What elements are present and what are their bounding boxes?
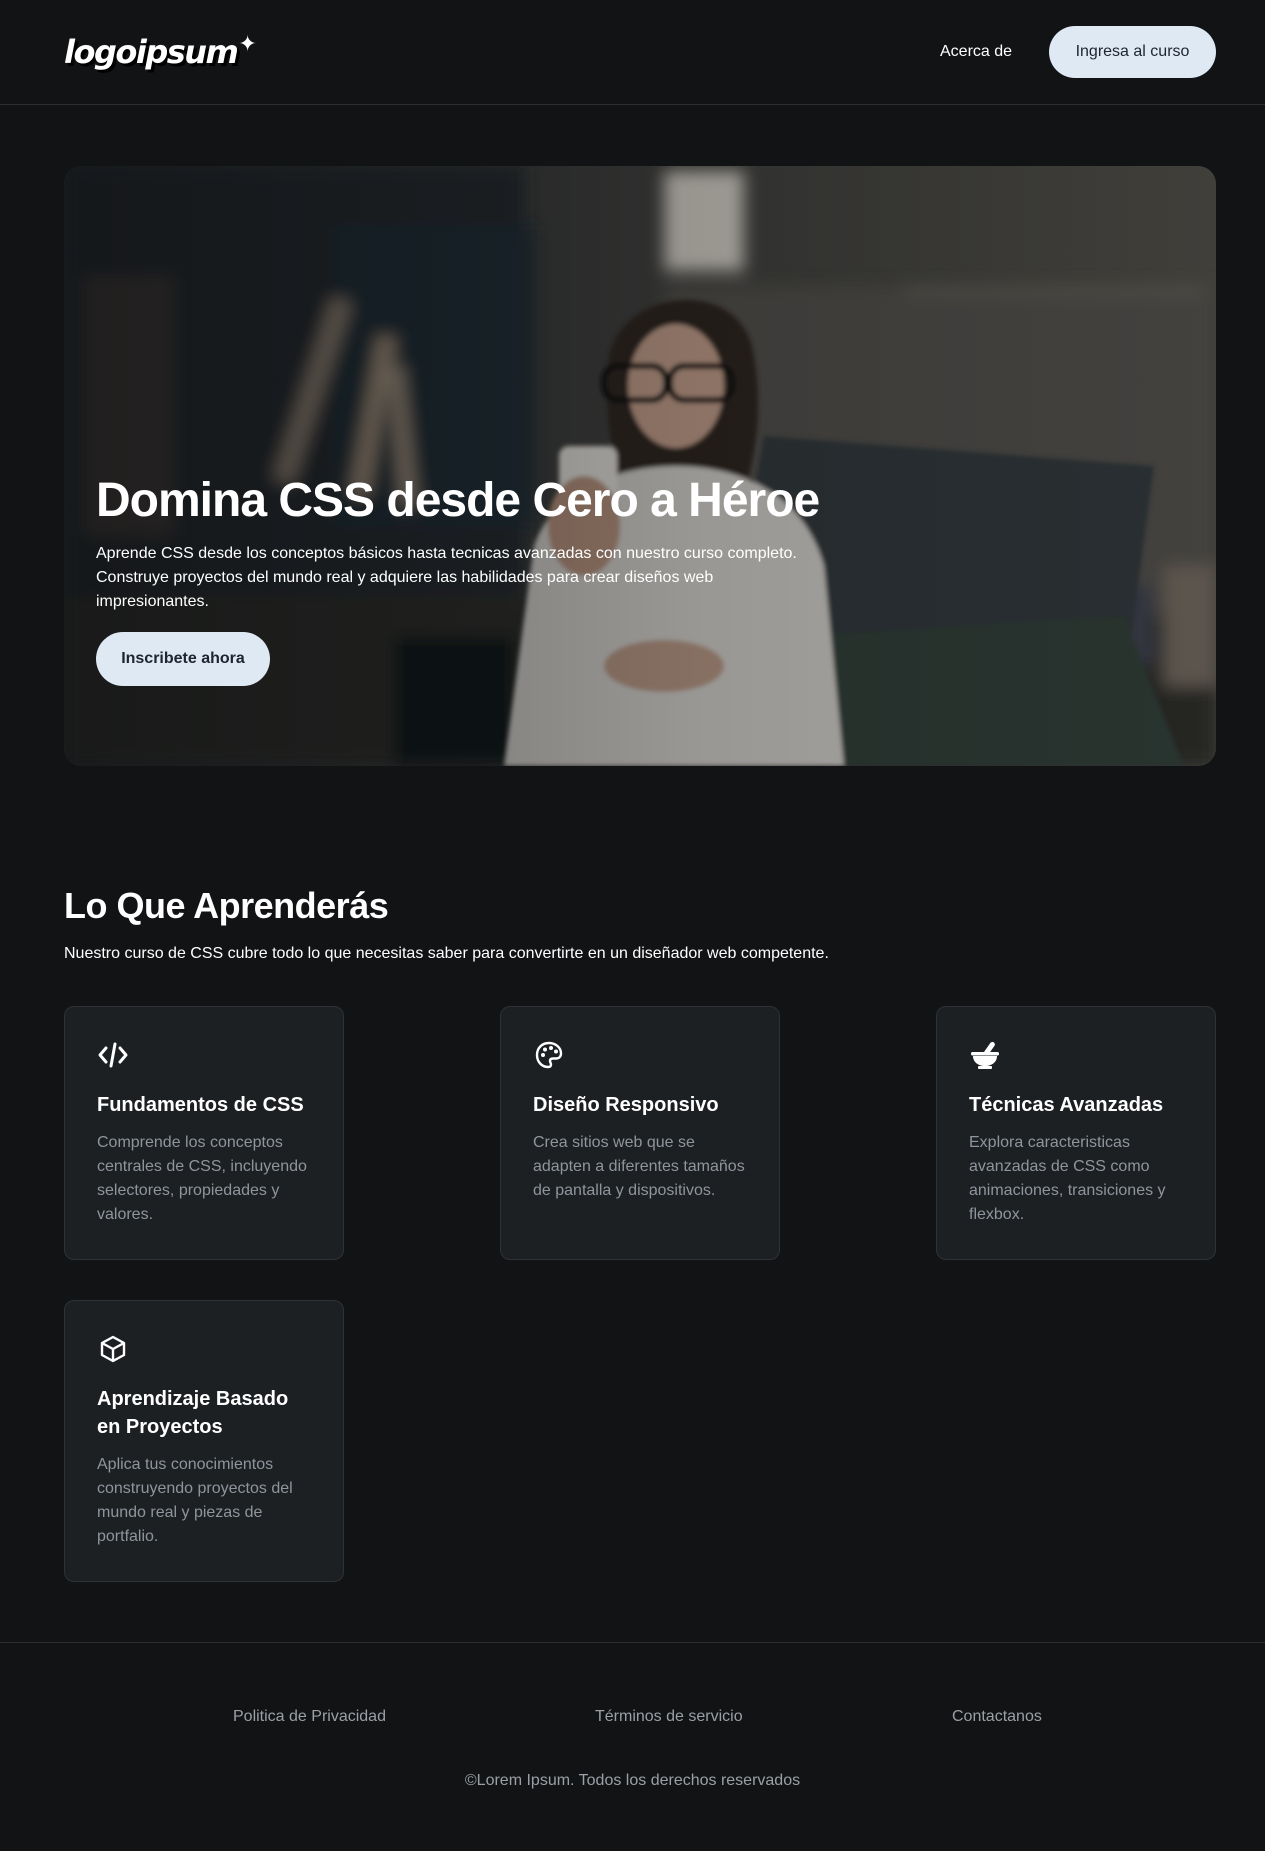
signup-now-button[interactable]: Inscribete ahora	[96, 632, 270, 686]
nav-about-link[interactable]: Acerca de	[940, 40, 1012, 64]
enroll-course-button[interactable]: Ingresa al curso	[1049, 26, 1216, 78]
hero-title: Domina CSS desde Cero a Héroe	[96, 474, 820, 527]
code-icon	[98, 1042, 128, 1068]
card-title: Fundamentos de CSS	[97, 1094, 304, 1116]
card-text: Aplica tus conocimientos construyendo pr…	[97, 1456, 293, 1545]
section-title: Lo Que Aprenderás	[64, 885, 389, 926]
card-title: Diseño Responsivo	[533, 1094, 719, 1116]
terms-of-service-link[interactable]: Términos de servicio	[595, 1705, 743, 1729]
feature-card: Fundamentos de CSS Comprende los concept…	[64, 1006, 344, 1260]
card-text: Comprende los conceptos centrales de CSS…	[97, 1134, 307, 1223]
logo-text: logoipsum	[64, 33, 239, 71]
privacy-policy-link[interactable]: Politica de Privacidad	[233, 1705, 386, 1729]
feature-card: Técnicas Avanzadas Explora caracteristic…	[936, 1006, 1216, 1260]
logo[interactable]: logoipsum ✦	[64, 30, 257, 74]
mortar-pestle-icon	[971, 1041, 999, 1069]
site-header: logoipsum ✦ Acerca de Ingresa al curso	[0, 0, 1265, 105]
card-text: Crea sitios web que se adapten a diferen…	[533, 1134, 745, 1199]
sparkle-icon: ✦	[238, 31, 256, 57]
hero-description: Aprende CSS desde los conceptos básicos …	[96, 545, 797, 610]
site-footer: Politica de Privacidad Términos de servi…	[0, 1642, 1265, 1851]
cube-icon	[100, 1335, 126, 1363]
contact-link[interactable]: Contactanos	[952, 1705, 1042, 1729]
hero-banner: Domina CSS desde Cero a Héroe Aprende CS…	[64, 166, 1216, 766]
card-title: Técnicas Avanzadas	[969, 1094, 1164, 1116]
card-text: Explora caracteristicas avanzadas de CSS…	[969, 1134, 1166, 1223]
feature-card: Aprendizaje Basado en Proyectos Aplica t…	[64, 1300, 344, 1582]
section-subtitle: Nuestro curso de CSS cubre todo lo que n…	[64, 945, 829, 962]
feature-card: Diseño Responsivo Crea sitios web que se…	[500, 1006, 780, 1260]
card-title: Aprendizaje Basado en Proyectos	[97, 1388, 289, 1438]
copyright-text: ©Lorem Ipsum. Todos los derechos reserva…	[464, 1772, 801, 1789]
palette-icon	[535, 1041, 563, 1069]
